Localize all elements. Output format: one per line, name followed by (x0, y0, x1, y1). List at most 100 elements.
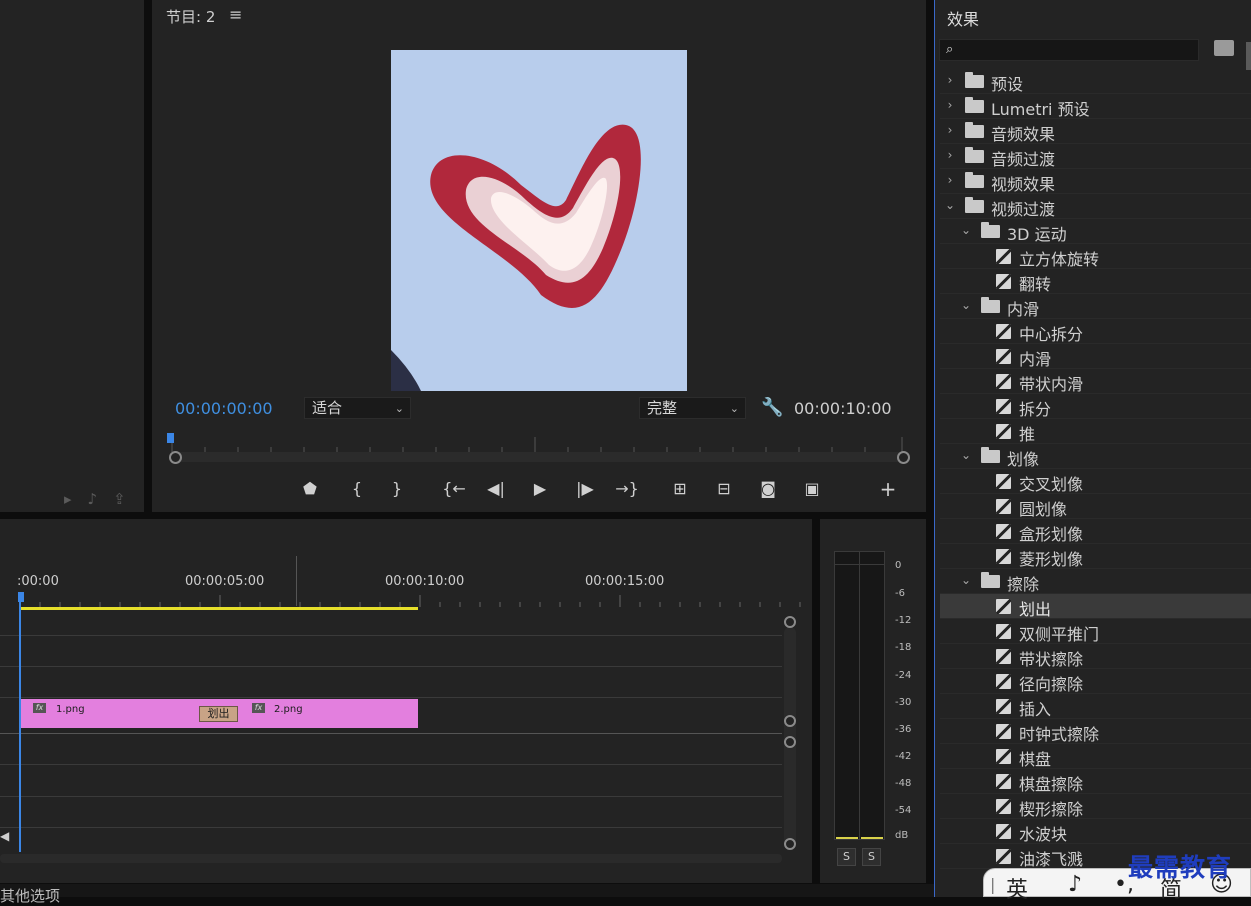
timeline-ruler[interactable] (20, 595, 810, 607)
current-timecode[interactable]: 00:00:00:00 (175, 399, 273, 418)
effects-tree-item[interactable]: ⌄ 划像 (940, 444, 1251, 469)
effects-tree-item[interactable]: 划出 (940, 594, 1251, 619)
go-to-out-button[interactable]: →} (615, 478, 639, 500)
chevron-down-icon[interactable]: ⌄ (960, 448, 972, 462)
chevron-right-icon[interactable]: › (944, 173, 956, 187)
effects-tree-item[interactable]: › 视频效果 (940, 169, 1251, 194)
effects-tree-item[interactable]: 中心拆分 (940, 319, 1251, 344)
zoom-fit-dropdown[interactable]: 适合 ⌄ (304, 397, 411, 419)
effects-tree-item[interactable]: › 音频效果 (940, 119, 1251, 144)
effects-scrollbar[interactable] (1246, 42, 1251, 70)
chevron-right-icon[interactable]: › (944, 73, 956, 87)
timeline-playhead-handle[interactable] (18, 592, 24, 602)
effects-tree-item[interactable]: 拆分 (940, 394, 1251, 419)
new-custom-bin-icon[interactable] (1214, 40, 1234, 56)
scroll-handle[interactable] (784, 616, 796, 628)
effects-tree-item[interactable]: ⌄ 3D 运动 (940, 219, 1251, 244)
db-label: -42 (895, 751, 912, 762)
transition-effect-icon (996, 749, 1011, 764)
effects-tree-item[interactable]: 内滑 (940, 344, 1251, 369)
chevron-down-icon[interactable]: ⌄ (944, 198, 956, 212)
chevron-down-icon[interactable]: ⌄ (960, 223, 972, 237)
effects-tree-item[interactable]: 推 (940, 419, 1251, 444)
timeline-playhead[interactable] (19, 602, 21, 852)
effects-tree-item[interactable]: 圆划像 (940, 494, 1251, 519)
compare-view-button[interactable]: ▣ (800, 478, 824, 500)
effects-panel-title[interactable]: 效果 (947, 6, 979, 30)
ime-language-toggle[interactable]: 英 (1006, 872, 1028, 904)
ruler-label: 00:00:05:00 (185, 574, 265, 589)
effects-search-input[interactable]: ⌕ (939, 39, 1199, 61)
effects-tree-item[interactable]: › Lumetri 预设 (940, 94, 1251, 119)
effects-tree-item[interactable]: 带状内滑 (940, 369, 1251, 394)
fx-badge[interactable]: fx (33, 703, 46, 713)
effects-tree-item[interactable]: 交叉划像 (940, 469, 1251, 494)
chevron-down-icon[interactable]: ⌄ (960, 298, 972, 312)
zoom-handle-left[interactable] (169, 451, 182, 464)
zoom-handle-right[interactable] (897, 451, 910, 464)
chevron-down-icon[interactable]: ⌄ (960, 573, 972, 587)
scroll-handle[interactable] (784, 736, 796, 748)
effects-tree-item[interactable]: 棋盘 (940, 744, 1251, 769)
solo-right-button[interactable]: S (862, 848, 881, 866)
effects-tree-item-label: 3D 运动 (1007, 225, 1067, 244)
mark-out-button[interactable]: } (385, 478, 409, 500)
chevron-right-icon[interactable]: › (944, 123, 956, 137)
scroll-handle[interactable] (784, 838, 796, 850)
effects-tree-item[interactable]: 盒形划像 (940, 519, 1251, 544)
timeline-horizontal-scrollbar[interactable] (0, 854, 782, 863)
effects-tree-item[interactable]: 菱形划像 (940, 544, 1251, 569)
effects-tree-item[interactable]: 带状擦除 (940, 644, 1251, 669)
effects-tree-item[interactable]: 立方体旋转 (940, 244, 1251, 269)
effects-tree-item-label: 立方体旋转 (1019, 250, 1100, 269)
chevron-right-icon[interactable]: › (944, 148, 956, 162)
export-icon[interactable]: ⇪ (113, 490, 142, 508)
db-label: -36 (895, 724, 912, 735)
step-forward-button[interactable]: |▶ (573, 478, 597, 500)
program-time-ruler[interactable] (168, 436, 908, 452)
transition-wipe[interactable]: 划出 (199, 706, 238, 722)
chevron-right-icon[interactable]: › (944, 98, 956, 112)
effects-tree-item[interactable]: 棋盘擦除 (940, 769, 1251, 794)
go-to-in-button[interactable]: {← (442, 478, 466, 500)
wrench-icon[interactable]: 🔧 (761, 397, 783, 418)
clip-1-png[interactable]: fx 1.png (21, 699, 220, 728)
extract-button[interactable]: ⊟ (712, 478, 736, 500)
effects-tree-item[interactable]: 径向擦除 (940, 669, 1251, 694)
effects-tree-item-label: Lumetri 预设 (991, 100, 1090, 119)
collapse-arrow-icon[interactable]: ◀ (0, 829, 9, 843)
program-zoom-scrollbar[interactable] (174, 452, 904, 462)
playback-resolution-dropdown[interactable]: 完整 ⌄ (639, 397, 746, 419)
effects-tree-item[interactable]: 楔形擦除 (940, 794, 1251, 819)
mark-in-button[interactable]: { (345, 478, 369, 500)
effects-tree-item[interactable]: 时钟式擦除 (940, 719, 1251, 744)
work-area-bar[interactable] (20, 607, 418, 610)
effects-tree-item[interactable]: ⌄ 内滑 (940, 294, 1251, 319)
add-button[interactable]: + (876, 478, 900, 500)
effects-tree-item[interactable]: › 预设 (940, 69, 1251, 94)
watermark-logo: 最需教育 (1128, 853, 1233, 882)
effects-tree-item[interactable]: ⌄ 擦除 (940, 569, 1251, 594)
effects-tree-item[interactable]: 水波块 (940, 819, 1251, 844)
step-back-button[interactable]: ◀| (484, 478, 508, 500)
scroll-handle[interactable] (784, 715, 796, 727)
program-playhead[interactable] (167, 433, 174, 443)
add-marker-button[interactable]: ⬟ (298, 478, 322, 500)
effects-tree-item-label: 径向擦除 (1019, 675, 1084, 694)
fx-badge[interactable]: fx (252, 703, 265, 713)
panel-menu-icon[interactable]: ≡ (229, 5, 242, 24)
lift-button[interactable]: ⊞ (668, 478, 692, 500)
camera-icon[interactable]: ◙ (756, 478, 780, 500)
effects-tree-item[interactable]: 双侧平推门 (940, 619, 1251, 644)
play-button[interactable]: ▶ (528, 478, 552, 500)
effects-tree-item[interactable]: 插入 (940, 694, 1251, 719)
solo-left-button[interactable]: S (837, 848, 856, 866)
clip-2-png[interactable]: fx 2.png (220, 699, 418, 728)
ime-moon-icon[interactable]: ♪ (1068, 872, 1082, 897)
effects-tree-item-label: 翻转 (1019, 275, 1052, 294)
program-monitor-title[interactable]: 节目: 2 (166, 6, 215, 27)
effects-tree-item[interactable]: ⌄ 视频过渡 (940, 194, 1251, 219)
automate-to-sequence-icon[interactable]: ▸♪ (64, 490, 113, 508)
effects-tree-item[interactable]: 翻转 (940, 269, 1251, 294)
effects-tree-item[interactable]: › 音频过渡 (940, 144, 1251, 169)
